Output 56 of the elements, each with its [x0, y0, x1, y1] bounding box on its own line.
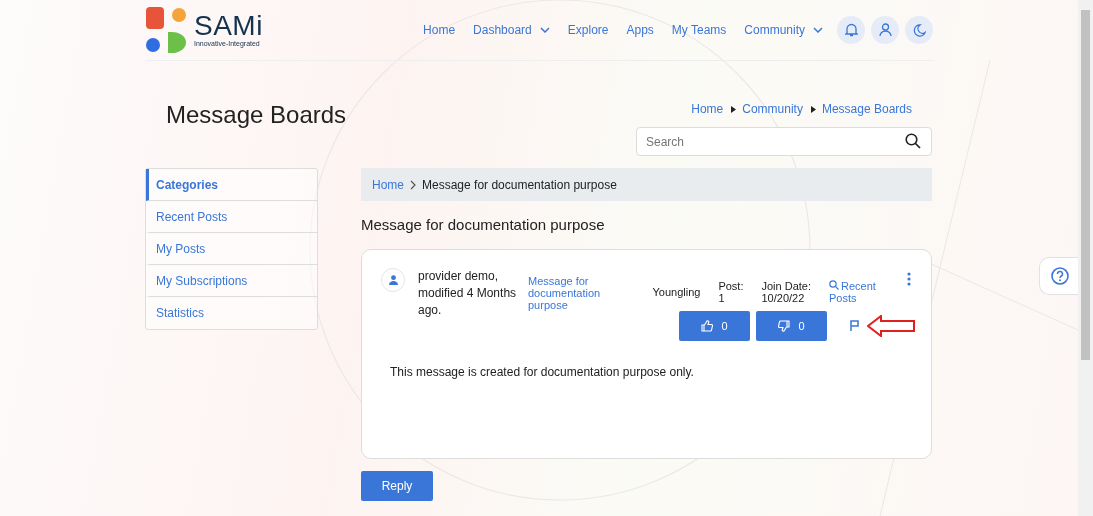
- annotation-arrow: [867, 315, 915, 337]
- sidebar-item[interactable]: Statistics: [146, 297, 317, 329]
- caret-right-icon: [810, 105, 816, 113]
- post-body: This message is created for documentation purpose only.: [390, 365, 695, 379]
- scrollbar-thumb[interactable]: [1081, 10, 1090, 360]
- sidebar-item[interactable]: Categories: [146, 169, 317, 201]
- author-info: provider demo, modified 4 Months ago.: [418, 268, 518, 319]
- nav-link[interactable]: Home: [414, 23, 465, 37]
- bell-icon: [844, 23, 858, 37]
- dark-mode-button[interactable]: [905, 16, 933, 44]
- recent-posts-link[interactable]: Recent Posts: [829, 280, 881, 304]
- chevron-down-icon: [813, 27, 823, 33]
- nav-link[interactable]: Apps: [617, 23, 663, 37]
- notification-button[interactable]: [837, 16, 865, 44]
- post-count-label: Post:: [718, 280, 744, 292]
- chevron-down-icon: [539, 27, 550, 33]
- moon-icon: [912, 23, 926, 37]
- thumbs-up-icon: [701, 320, 714, 332]
- user-icon: [388, 275, 398, 285]
- scrollbar[interactable]: [1078, 0, 1093, 516]
- chevron-right-icon: [410, 179, 416, 190]
- nav-link[interactable]: Explore: [558, 23, 618, 37]
- question-icon: [1050, 267, 1069, 285]
- sidebar-item[interactable]: Recent Posts: [146, 201, 317, 233]
- search-icon: [905, 133, 921, 149]
- reply-button[interactable]: Reply: [361, 471, 433, 501]
- sidebar-item[interactable]: My Subscriptions: [146, 265, 317, 297]
- breadcrumb-link[interactable]: Community: [742, 102, 803, 116]
- logo-icon: [146, 7, 186, 53]
- caret-right-icon: [731, 105, 737, 113]
- thread-title: Message for documentation purpose: [361, 216, 606, 233]
- post-count: 1: [718, 292, 726, 304]
- nav-dropdown[interactable]: Community: [735, 23, 832, 37]
- search-icon: [829, 280, 839, 290]
- breadcrumb-current: Message for documentation purpose: [422, 177, 617, 192]
- page-title: Message Boards: [166, 101, 347, 130]
- thumbs-down-icon: [778, 320, 791, 332]
- kebab-icon: [907, 272, 911, 286]
- dislike-button[interactable]: 0: [756, 311, 827, 341]
- post-subject-link[interactable]: Message for documentation purpose: [528, 275, 628, 311]
- search-field[interactable]: Search: [636, 127, 932, 156]
- join-date-label: Join Date:: [761, 280, 811, 292]
- profile-button[interactable]: [871, 16, 899, 44]
- flag-icon: [850, 319, 859, 331]
- user-icon: [878, 23, 892, 37]
- breadcrumb-link[interactable]: Home: [372, 177, 404, 192]
- nav-dropdown[interactable]: Dashboard: [464, 23, 559, 37]
- breadcrumb-link[interactable]: Message Boards: [821, 102, 912, 116]
- user-rank: Youngling: [652, 286, 701, 298]
- sidebar-item[interactable]: My Posts: [146, 233, 317, 265]
- nav-link[interactable]: My Teams: [662, 23, 736, 37]
- like-button[interactable]: 0: [679, 311, 750, 341]
- logo-name: SAMi: [194, 12, 263, 40]
- breadcrumb-link[interactable]: Home: [691, 102, 724, 116]
- help-button[interactable]: [1039, 257, 1079, 295]
- join-date: 10/20/22: [761, 292, 806, 304]
